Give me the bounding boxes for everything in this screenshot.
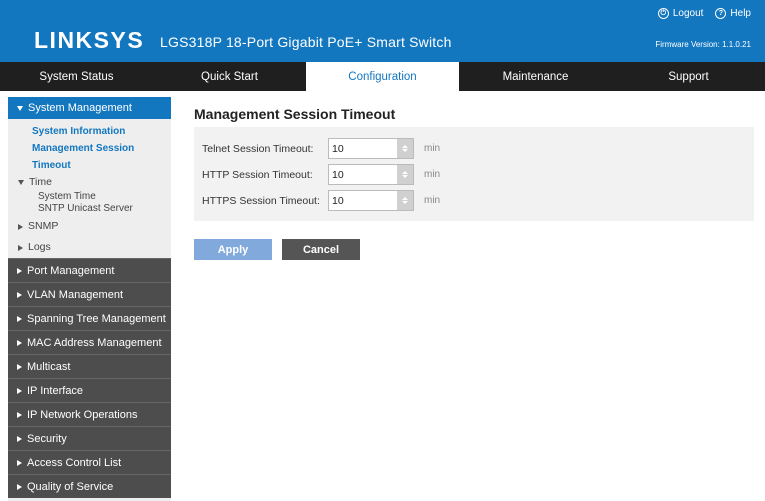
- down-arrow-icon: [402, 175, 408, 178]
- sidebar-item-ip-interface[interactable]: IP Interface: [8, 378, 171, 402]
- sidebar-item-mac-address-management[interactable]: MAC Address Management: [8, 330, 171, 354]
- sidebar-group-label: SNMP: [28, 220, 59, 232]
- down-arrow-icon: [402, 149, 408, 152]
- power-icon: ⏻: [657, 8, 669, 19]
- sidebar-group-label: Logs: [28, 241, 51, 253]
- product-name: LGS318P 18-Port Gigabit PoE+ Smart Switc…: [160, 34, 452, 50]
- tab-configuration[interactable]: Configuration: [306, 62, 459, 91]
- field-label: HTTP Session Timeout:: [202, 168, 313, 181]
- sidebar-item-sntp-unicast-server[interactable]: SNTP Unicast Server: [8, 203, 171, 215]
- linksys-logo: LINKSYS: [34, 27, 145, 53]
- telnet-timeout-input[interactable]: [329, 139, 397, 158]
- sidebar-item-label: Port Management: [27, 264, 115, 277]
- caret-right-icon: [17, 339, 22, 346]
- sidebar-item-security[interactable]: Security: [8, 426, 171, 450]
- sidebar-item-label: IP Interface: [27, 384, 84, 397]
- telnet-timeout-row: Telnet Session Timeout: min: [202, 138, 440, 159]
- http-timeout-row: HTTP Session Timeout: min: [202, 164, 440, 185]
- help-link[interactable]: ? Help: [715, 8, 751, 19]
- tab-maintenance[interactable]: Maintenance: [459, 62, 612, 91]
- main-nav: System Status Quick Start Configuration …: [0, 62, 765, 91]
- unit-label: min: [424, 143, 441, 154]
- caret-right-icon: [18, 223, 23, 230]
- top-links: ⏻ Logout ? Help: [657, 8, 751, 19]
- sidebar-item-label: Access Control List: [27, 456, 122, 469]
- sidebar-group-time[interactable]: Time: [8, 174, 171, 191]
- up-arrow-icon: [402, 171, 408, 174]
- caret-right-icon: [17, 291, 22, 298]
- sidebar-item-label: Security: [27, 432, 67, 445]
- caret-right-icon: [17, 411, 22, 418]
- caret-right-icon: [17, 459, 22, 466]
- header-bar: LINKSYS LGS318P 18-Port Gigabit PoE+ Sma…: [0, 0, 765, 62]
- tab-support[interactable]: Support: [612, 62, 765, 91]
- logout-label: Logout: [672, 8, 704, 19]
- main-content: Management Session Timeout Telnet Sessio…: [194, 97, 754, 260]
- caret-right-icon: [18, 244, 23, 251]
- sidebar-item-system-management[interactable]: System Management: [8, 97, 171, 119]
- form-panel: Telnet Session Timeout: min HTTP Session…: [194, 127, 754, 221]
- sidebar-item-multicast[interactable]: Multicast: [8, 354, 171, 378]
- unit-label: min: [424, 169, 441, 180]
- sidebar-group-label: Time: [29, 176, 52, 188]
- sidebar-group-logs[interactable]: Logs: [8, 239, 171, 256]
- field-label: HTTPS Session Timeout:: [202, 194, 320, 207]
- sidebar-item-quality-of-service[interactable]: Quality of Service: [8, 474, 171, 498]
- http-timeout-stepper[interactable]: [397, 165, 413, 184]
- unit-label: min: [424, 195, 441, 206]
- sidebar-item-label: IP Network Operations: [27, 408, 138, 421]
- https-timeout-stepper[interactable]: [397, 191, 413, 210]
- https-timeout-row: HTTPS Session Timeout: min: [202, 190, 440, 211]
- sidebar-item-system-time[interactable]: System Time: [8, 191, 171, 203]
- page-title: Management Session Timeout: [194, 106, 396, 122]
- sidebar-item-label: VLAN Management: [27, 288, 123, 301]
- sidebar-item-port-management[interactable]: Port Management: [8, 258, 171, 282]
- help-label: Help: [730, 8, 751, 19]
- caret-right-icon: [17, 267, 22, 274]
- caret-down-icon: [18, 180, 24, 185]
- up-arrow-icon: [402, 197, 408, 200]
- https-timeout-input[interactable]: [329, 191, 397, 210]
- logout-link[interactable]: ⏻ Logout: [657, 8, 704, 19]
- tab-system-status[interactable]: System Status: [0, 62, 153, 91]
- sidebar-item-system-information[interactable]: System Information: [8, 123, 171, 140]
- caret-right-icon: [17, 483, 22, 490]
- tab-quick-start[interactable]: Quick Start: [153, 62, 306, 91]
- caret-right-icon: [17, 363, 22, 370]
- up-arrow-icon: [402, 145, 408, 148]
- http-timeout-input[interactable]: [329, 165, 397, 184]
- sidebar-item-vlan-management[interactable]: VLAN Management: [8, 282, 171, 306]
- telnet-timeout-spinner: [328, 138, 414, 159]
- sidebar-item-management-session-timeout[interactable]: Management Session Timeout: [8, 140, 171, 174]
- firmware-version: Firmware Version: 1.1.0.21: [655, 40, 751, 49]
- field-label: Telnet Session Timeout:: [202, 142, 314, 155]
- https-timeout-spinner: [328, 190, 414, 211]
- caret-down-icon: [17, 105, 23, 111]
- sidebar-group-snmp[interactable]: SNMP: [8, 218, 171, 235]
- sidebar-item-access-control-list[interactable]: Access Control List: [8, 450, 171, 474]
- cancel-button[interactable]: Cancel: [282, 239, 360, 260]
- sidebar-item-label: MAC Address Management: [27, 336, 162, 349]
- sidebar-item-spanning-tree-management[interactable]: Spanning Tree Management: [8, 306, 171, 330]
- apply-button[interactable]: Apply: [194, 239, 272, 260]
- telnet-timeout-stepper[interactable]: [397, 139, 413, 158]
- question-icon: ?: [715, 8, 727, 19]
- sidebar-item-label: System Management: [28, 102, 132, 114]
- down-arrow-icon: [402, 201, 408, 204]
- sidebar-item-label: Multicast: [27, 360, 71, 373]
- http-timeout-spinner: [328, 164, 414, 185]
- sidebar-item-label: Spanning Tree Management: [27, 312, 166, 325]
- caret-right-icon: [17, 315, 22, 322]
- sidebar-item-ip-network-operations[interactable]: IP Network Operations: [8, 402, 171, 426]
- sidebar-item-label: Quality of Service: [27, 480, 114, 493]
- sidebar: System Management System Information Man…: [8, 97, 171, 501]
- caret-right-icon: [17, 435, 22, 442]
- caret-right-icon: [17, 387, 22, 394]
